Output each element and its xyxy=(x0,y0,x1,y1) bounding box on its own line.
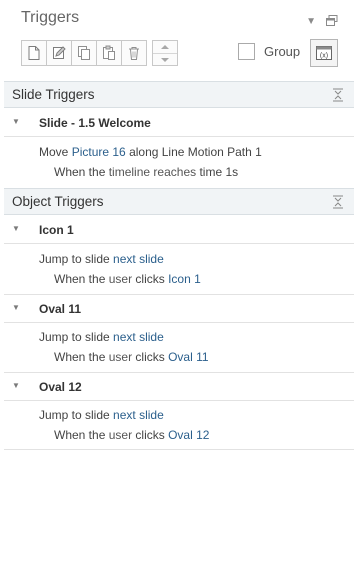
object-trigger-action-line[interactable]: Jump to slide next slide xyxy=(39,330,164,344)
copy-icon xyxy=(78,46,90,60)
object-triggers-title: Object Triggers xyxy=(12,194,104,209)
trigger-when: When the xyxy=(54,272,106,286)
trigger-event: reaches xyxy=(153,165,197,179)
trigger-target-link[interactable]: next slide xyxy=(113,330,164,344)
trigger-action: Jump to slide xyxy=(39,252,110,266)
trigger-toolbar xyxy=(21,40,178,66)
object-trigger-condition-line[interactable]: When the user clicks Oval 11 xyxy=(54,350,209,364)
trigger-subject: user xyxy=(108,272,133,286)
trigger-subject: user xyxy=(108,350,133,364)
trash-icon xyxy=(129,47,139,60)
object-trigger-condition-line[interactable]: When the user clicks Icon 1 xyxy=(54,272,201,286)
group-checkbox[interactable] xyxy=(238,43,255,60)
panel-menu-icon[interactable]: ▼ xyxy=(306,17,316,27)
reorder-buttons xyxy=(152,40,178,66)
trigger-object-link[interactable]: Oval 12 xyxy=(168,428,209,442)
trigger-target-link[interactable]: next slide xyxy=(113,252,164,266)
collapse-triangle-icon[interactable]: ▼ xyxy=(12,224,20,233)
svg-text:(x): (x) xyxy=(320,53,328,60)
trigger-subject: user xyxy=(108,428,133,442)
move-up-button[interactable] xyxy=(153,41,177,54)
object-name: Icon 1 xyxy=(39,223,74,237)
group-toggle: Group xyxy=(238,43,300,60)
trigger-event: clicks xyxy=(135,350,165,364)
restore-icon[interactable] xyxy=(326,13,338,31)
trigger-when: When the xyxy=(54,165,106,179)
slide-name: Slide - 1.5 Welcome xyxy=(39,116,151,130)
slide-triggers-title: Slide Triggers xyxy=(12,87,95,102)
trigger-action: Jump to slide xyxy=(39,330,110,344)
trigger-motion-path: along Line Motion Path 1 xyxy=(129,145,262,159)
trigger-when: When the xyxy=(54,350,106,364)
paste-icon xyxy=(103,45,115,60)
object-trigger-action-line[interactable]: Jump to slide next slide xyxy=(39,408,164,422)
edit-icon xyxy=(53,46,66,59)
slide-trigger-condition-line[interactable]: When the timeline reaches time 1s xyxy=(54,165,238,179)
slide-triggers-header[interactable]: Slide Triggers xyxy=(4,81,354,108)
object-group-row[interactable]: ▼ Oval 11 xyxy=(4,295,354,323)
trigger-when: When the xyxy=(54,428,106,442)
object-trigger-action-line[interactable]: Jump to slide next slide xyxy=(39,252,164,266)
group-label: Group xyxy=(264,44,301,59)
trigger-target-link[interactable]: next slide xyxy=(113,408,164,422)
chevron-down-icon xyxy=(161,58,169,62)
panel-title: Triggers xyxy=(21,9,80,26)
trigger-event: clicks xyxy=(135,272,165,286)
paste-trigger-button[interactable] xyxy=(96,40,122,66)
object-triggers-header[interactable]: Object Triggers xyxy=(4,188,354,215)
variables-icon: (x) xyxy=(316,46,332,60)
trigger-object-link[interactable]: Icon 1 xyxy=(168,272,201,286)
object-name: Oval 12 xyxy=(39,380,82,394)
trigger-event: clicks xyxy=(135,428,165,442)
trigger-subject: timeline xyxy=(108,165,151,179)
collapse-triangle-icon[interactable]: ▼ xyxy=(12,303,20,312)
variables-button[interactable]: (x) xyxy=(310,39,338,67)
slide-group-row[interactable]: ▼ Slide - 1.5 Welcome xyxy=(4,109,354,137)
move-down-button[interactable] xyxy=(153,54,177,66)
collapse-section-icon[interactable] xyxy=(332,195,344,214)
object-name: Oval 11 xyxy=(39,302,82,316)
collapse-triangle-icon[interactable]: ▼ xyxy=(12,117,20,126)
object-trigger-condition-line[interactable]: When the user clicks Oval 12 xyxy=(54,428,209,442)
trigger-action: Jump to slide xyxy=(39,408,110,422)
divider xyxy=(4,449,354,450)
trigger-object-link[interactable]: Picture 16 xyxy=(72,145,126,159)
new-document-icon xyxy=(28,46,40,60)
delete-trigger-button[interactable] xyxy=(121,40,147,66)
panel-window-controls: ▼ xyxy=(306,13,338,31)
copy-trigger-button[interactable] xyxy=(71,40,97,66)
slide-trigger-action-line[interactable]: Move Picture 16 along Line Motion Path 1 xyxy=(39,145,262,159)
edit-trigger-button[interactable] xyxy=(46,40,72,66)
trigger-time: time 1s xyxy=(199,165,239,179)
trigger-action: Move xyxy=(39,145,69,159)
object-group-row[interactable]: ▼ Oval 12 xyxy=(4,373,354,401)
collapse-triangle-icon[interactable]: ▼ xyxy=(12,381,20,390)
chevron-up-icon xyxy=(161,45,169,49)
panel-header: Triggers ▼ Group (x) xyxy=(0,0,354,80)
new-trigger-button[interactable] xyxy=(21,40,47,66)
collapse-section-icon[interactable] xyxy=(332,88,344,107)
object-group-row[interactable]: ▼ Icon 1 xyxy=(4,216,354,244)
trigger-object-link[interactable]: Oval 11 xyxy=(168,350,208,364)
